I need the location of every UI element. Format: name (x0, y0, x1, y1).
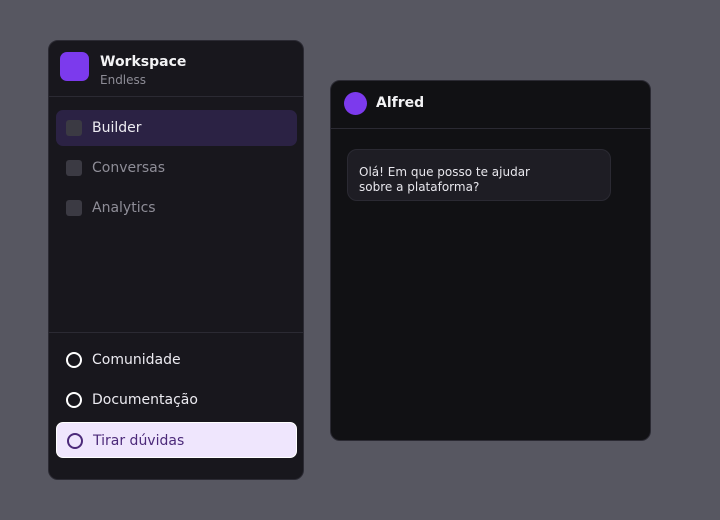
workspace-logo-icon (60, 52, 89, 81)
sidebar-item-analytics[interactable]: Analytics (56, 190, 297, 226)
footer-item-label: Comunidade (92, 352, 181, 368)
chat-header: Alfred (331, 81, 650, 129)
footer-item-comunidade[interactable]: Comunidade (56, 342, 297, 378)
square-icon (66, 120, 82, 136)
square-icon (66, 160, 82, 176)
workspace-sidebar: Workspace Endless Builder Conversas Anal… (48, 40, 304, 480)
assistant-message-bubble: Olá! Em que posso te ajudar sobre a plat… (347, 149, 611, 201)
footer-item-tirar-duvidas[interactable]: Tirar dúvidas (56, 422, 297, 458)
assistant-name: Alfred (376, 95, 425, 111)
sidebar-item-label: Conversas (92, 160, 166, 176)
circle-icon (66, 392, 82, 408)
square-icon (66, 200, 82, 216)
footer-divider (49, 332, 303, 333)
message-text: Olá! Em que posso te ajudar sobre a plat… (359, 165, 530, 194)
sidebar-item-builder[interactable]: Builder (56, 110, 297, 146)
sidebar-item-label: Analytics (92, 200, 156, 216)
workspace-title: Workspace (100, 54, 187, 70)
sidebar-item-conversas[interactable]: Conversas (56, 150, 297, 186)
workspace-subtitle: Endless (100, 73, 147, 87)
circle-icon (66, 352, 82, 368)
footer-item-documentacao[interactable]: Documentação (56, 382, 297, 418)
assistant-avatar (344, 92, 367, 115)
chat-panel: Alfred Olá! Em que posso te ajudar sobre… (330, 80, 651, 441)
workspace-header[interactable]: Workspace Endless (49, 41, 303, 97)
footer-item-label: Documentação (92, 392, 198, 408)
footer-item-label: Tirar dúvidas (93, 433, 185, 449)
circle-icon (67, 433, 83, 449)
sidebar-item-label: Builder (92, 120, 142, 136)
